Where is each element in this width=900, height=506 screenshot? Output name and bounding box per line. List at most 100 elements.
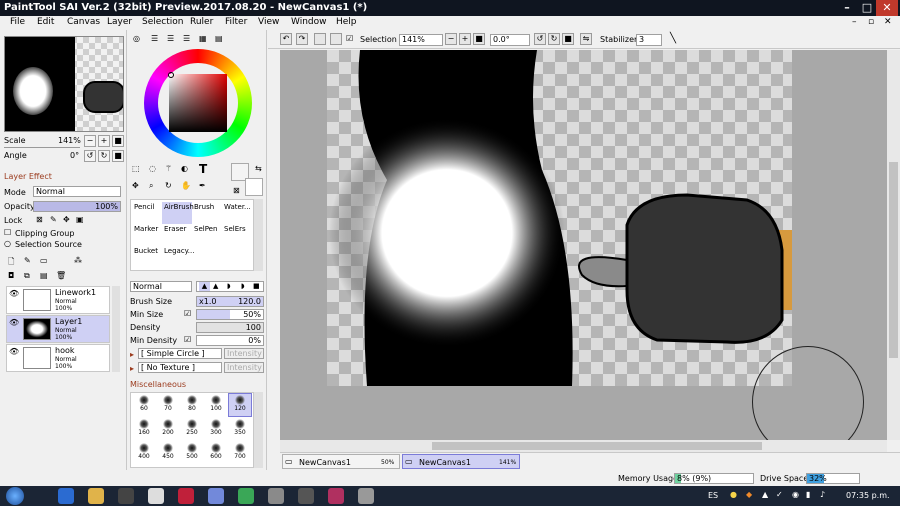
- brush-preset[interactable]: 250: [181, 418, 203, 440]
- visibility-eye-icon[interactable]: 👁: [9, 289, 19, 299]
- invert-selection-icon[interactable]: [330, 33, 342, 45]
- zoom-out-icon[interactable]: −: [445, 33, 457, 45]
- brush-shape-soft-icon[interactable]: ◗: [241, 282, 245, 290]
- rotate-reset-icon[interactable]: ■: [562, 33, 574, 45]
- layer-hook[interactable]: 👁 hook Normal 100%: [6, 344, 110, 372]
- brush-preset[interactable]: 300: [205, 418, 227, 440]
- tool-marker[interactable]: Marker: [132, 224, 162, 246]
- saturation-value-square[interactable]: [169, 74, 227, 132]
- zoom-tool-icon[interactable]: ⌕: [149, 181, 153, 191]
- clipping-group-checkbox[interactable]: ☐: [4, 228, 11, 237]
- delete-layer-icon[interactable]: 🗑: [56, 271, 66, 280]
- zoom-field[interactable]: 141%: [399, 34, 443, 46]
- network-icon[interactable]: ▮: [806, 490, 810, 499]
- brush-size-slider[interactable]: x1.0 120.0: [196, 296, 264, 307]
- volume-icon[interactable]: ♪: [820, 490, 825, 499]
- deselect-icon[interactable]: [314, 33, 326, 45]
- hand-tool-icon[interactable]: ✋: [181, 181, 191, 190]
- new-folder-icon[interactable]: ▭: [40, 256, 48, 265]
- clear-icon[interactable]: ▤: [40, 271, 48, 280]
- sai-icon[interactable]: [328, 488, 344, 504]
- menu-ruler[interactable]: Ruler: [190, 17, 213, 27]
- swatches-tab-icon[interactable]: ▦: [199, 34, 207, 43]
- app-icon[interactable]: [268, 488, 284, 504]
- game-icon[interactable]: [298, 488, 314, 504]
- horizontal-scroll-thumb[interactable]: [432, 442, 762, 450]
- tab-canvas-2-active[interactable]: ▭ NewCanvas1 141%: [402, 454, 520, 469]
- tool-bucket[interactable]: Bucket: [132, 246, 162, 268]
- color-wheel-tab-icon[interactable]: ◎: [133, 34, 140, 43]
- stabilizer-select[interactable]: 3: [636, 34, 662, 46]
- brush-preset[interactable]: 100: [205, 394, 227, 416]
- color-wheel[interactable]: [144, 49, 252, 157]
- rotate-left-button[interactable]: ↺: [84, 150, 96, 162]
- tab-canvas-1[interactable]: ▭ NewCanvas1 50%: [282, 454, 400, 469]
- brush-shape-hard-icon[interactable]: ■: [253, 282, 260, 290]
- brush-shape-round-icon[interactable]: ◗: [227, 282, 231, 290]
- window-icon[interactable]: [358, 488, 374, 504]
- brush-preset[interactable]: 200: [157, 418, 179, 440]
- lasso-icon[interactable]: ◌: [149, 164, 156, 173]
- tray-icon[interactable]: ◉: [792, 490, 799, 499]
- lock-transparency-icon[interactable]: ⊠: [36, 215, 43, 224]
- secondary-color-swatch[interactable]: [245, 178, 263, 196]
- brush-preset-selected[interactable]: 120: [228, 393, 252, 417]
- merge-down-icon[interactable]: ⧉: [24, 271, 30, 281]
- doc-restore-button[interactable]: ▫: [868, 17, 874, 27]
- menu-selection[interactable]: Selection: [142, 17, 183, 27]
- start-button-icon[interactable]: [6, 487, 24, 505]
- zoom-in-button[interactable]: +: [98, 135, 110, 147]
- min-density-checkbox[interactable]: ☑: [184, 335, 191, 344]
- new-layer-icon[interactable]: 🗋: [8, 256, 14, 270]
- lock-all-icon[interactable]: ▣: [76, 215, 84, 224]
- navigator-preview[interactable]: [4, 36, 124, 132]
- canvas-viewport[interactable]: [280, 50, 887, 440]
- brush-shape-selector[interactable]: ▲ ▲ ◗ ◗ ■: [196, 281, 264, 292]
- language-indicator[interactable]: ES: [708, 491, 718, 500]
- brush-preset[interactable]: 700: [229, 442, 251, 464]
- discord-icon[interactable]: [208, 488, 224, 504]
- tray-icon[interactable]: ✓: [776, 490, 783, 499]
- rgb-slider-tab-icon[interactable]: ☰: [151, 34, 158, 43]
- brush-preset[interactable]: 160: [133, 418, 155, 440]
- menu-help[interactable]: Help: [336, 17, 357, 27]
- brush-preset[interactable]: 350: [229, 418, 251, 440]
- zoom-reset-button[interactable]: ■: [112, 135, 124, 147]
- tray-icon[interactable]: ●: [730, 490, 737, 499]
- tool-brush[interactable]: Brush: [192, 202, 222, 224]
- min-size-slider[interactable]: 50%: [196, 309, 264, 320]
- menu-filter[interactable]: Filter: [225, 17, 247, 27]
- tool-airbrush[interactable]: AirBrush: [162, 202, 194, 224]
- tray-icon[interactable]: ◆: [746, 490, 752, 499]
- brush-shape-dome-icon[interactable]: ▲: [213, 282, 218, 290]
- chrome-icon[interactable]: [238, 488, 254, 504]
- lock-paint-icon[interactable]: ✎: [50, 215, 57, 224]
- expand-arrow-icon[interactable]: ▸: [130, 350, 134, 359]
- rotate-tool-icon[interactable]: ↻: [165, 181, 172, 190]
- swap-colors-icon[interactable]: ⇆: [255, 164, 262, 173]
- menu-canvas[interactable]: Canvas: [67, 17, 100, 27]
- density-slider[interactable]: 100: [196, 322, 264, 333]
- brush-preset[interactable]: 70: [157, 394, 179, 416]
- zoom-fit-icon[interactable]: ■: [473, 33, 485, 45]
- brush-preset[interactable]: 80: [181, 394, 203, 416]
- ie-icon[interactable]: [58, 488, 74, 504]
- expand-arrow-icon[interactable]: ▸: [130, 364, 134, 373]
- tool-selpen[interactable]: SelPen: [192, 224, 222, 246]
- rotate-cw-icon[interactable]: ↻: [548, 33, 560, 45]
- media-icon[interactable]: [118, 488, 134, 504]
- brush-texture-select[interactable]: [ No Texture ]: [138, 362, 222, 373]
- notepad-icon[interactable]: [148, 488, 164, 504]
- rotate-ccw-icon[interactable]: ↺: [534, 33, 546, 45]
- clock[interactable]: 07:35 p.m.: [846, 491, 890, 500]
- explorer-icon[interactable]: [88, 488, 104, 504]
- undo-icon[interactable]: ↶: [280, 33, 292, 45]
- redo-icon[interactable]: ↷: [296, 33, 308, 45]
- tool-grid-scrollbar[interactable]: [254, 199, 263, 271]
- layer-effect-header[interactable]: Layer Effect: [4, 172, 52, 181]
- transparent-color-icon[interactable]: ⊠: [233, 186, 240, 195]
- miscellaneous-header[interactable]: Miscellaneous: [130, 380, 186, 389]
- drawing-canvas[interactable]: [327, 50, 792, 386]
- scale-slider[interactable]: [4, 147, 80, 148]
- rotation-field[interactable]: 0.0°: [490, 34, 530, 46]
